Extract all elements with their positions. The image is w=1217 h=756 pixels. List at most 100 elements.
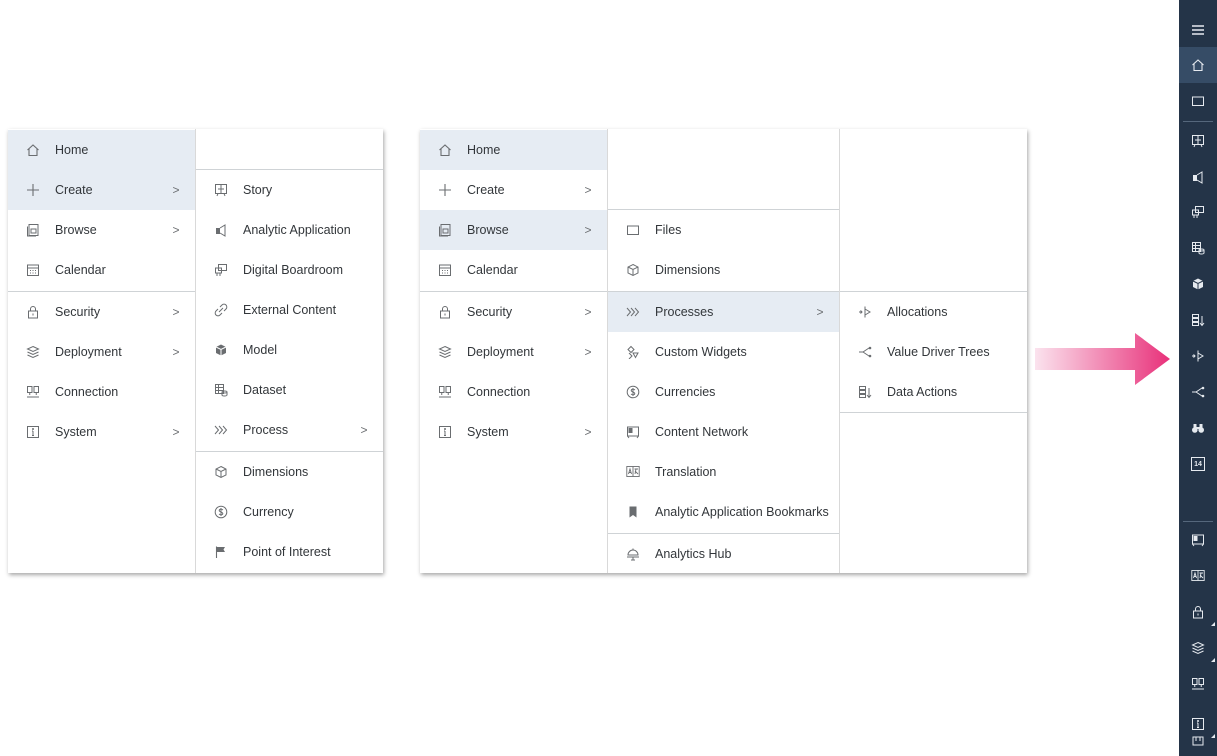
rail-story-icon[interactable] [1179, 123, 1217, 159]
right-menu-panel: Home Create > Browse > Calendar Security… [420, 129, 1027, 573]
browse-item-dimensions[interactable]: Dimensions [608, 250, 839, 290]
rail-content-network-icon[interactable] [1179, 522, 1217, 558]
expand-corner-icon [1211, 658, 1215, 662]
currency-icon [213, 504, 229, 520]
left-menu-item-deployment[interactable]: Deployment > [8, 332, 195, 372]
home-icon [25, 142, 41, 158]
right-menu-item-deployment[interactable]: Deployment > [420, 332, 607, 372]
left-menu-item-connection[interactable]: Connection [8, 372, 195, 412]
create-item-process[interactable]: Process > [196, 410, 383, 450]
create-item-point-of-interest[interactable]: Point of Interest [196, 532, 383, 572]
processes-item-value-driver-trees[interactable]: Value Driver Trees [840, 332, 1027, 372]
browse-item-processes[interactable]: Processes > [608, 292, 839, 332]
left-menu-item-calendar[interactable]: Calendar [8, 250, 195, 290]
rail-value-driver-tree-icon[interactable] [1179, 374, 1217, 410]
right-menu-item-security[interactable]: Security > [420, 292, 607, 332]
analytic-application-icon [213, 222, 229, 238]
folder-icon [625, 222, 641, 238]
content-network-icon [625, 424, 641, 440]
chevron-right-icon: > [584, 345, 592, 359]
left-menu-item-home[interactable]: Home [8, 130, 195, 170]
deployment-icon [437, 344, 453, 360]
left-menu-item-security[interactable]: Security > [8, 292, 195, 332]
right-menu-item-home[interactable]: Home [420, 130, 607, 170]
left-menu-item-browse[interactable]: Browse > [8, 210, 195, 250]
rail-folder-icon[interactable] [1179, 83, 1217, 119]
chevron-right-icon: > [584, 183, 592, 197]
browse-icon [437, 222, 453, 238]
process-chevrons-icon [213, 422, 229, 438]
create-item-dataset[interactable]: Dataset [196, 370, 383, 410]
hamburger-menu-icon[interactable] [1179, 12, 1217, 48]
left-menu-item-system[interactable]: System > [8, 412, 195, 452]
create-item-story[interactable]: Story [196, 170, 383, 210]
browse-item-analytic-application-bookmarks[interactable]: Analytic Application Bookmarks [608, 492, 839, 532]
currency-icon [625, 384, 641, 400]
chevron-right-icon: > [360, 423, 368, 437]
rail-home-icon[interactable] [1179, 47, 1217, 83]
expand-corner-icon [1211, 622, 1215, 626]
plus-icon [25, 182, 41, 198]
chevron-right-icon: > [172, 305, 180, 319]
side-navigation-rail: 14 [1179, 0, 1217, 756]
bookmark-icon [625, 504, 641, 520]
rail-separator [1183, 121, 1213, 122]
create-item-model[interactable]: Model [196, 330, 383, 370]
connection-icon [25, 384, 41, 400]
browse-item-files[interactable]: Files [608, 210, 839, 250]
rail-deployment-icon[interactable] [1179, 630, 1217, 666]
processes-item-data-actions[interactable]: Data Actions [840, 372, 1027, 412]
browse-item-translation[interactable]: Translation [608, 452, 839, 492]
rail-lock-icon[interactable] [1179, 594, 1217, 630]
plus-icon [437, 182, 453, 198]
connection-icon [437, 384, 453, 400]
transition-arrow [1035, 333, 1170, 385]
process-chevrons-icon [625, 304, 641, 320]
chevron-right-icon: > [172, 183, 180, 197]
create-item-external-content[interactable]: External Content [196, 290, 383, 330]
browse-item-currencies[interactable]: Currencies [608, 372, 839, 412]
rail-allocations-icon[interactable] [1179, 338, 1217, 374]
right-menu-item-system[interactable]: System > [420, 412, 607, 452]
model-cube-icon [213, 342, 229, 358]
home-icon [437, 142, 453, 158]
processes-item-allocations[interactable]: Allocations [840, 292, 1027, 332]
rail-data-actions-icon[interactable] [1179, 302, 1217, 338]
browse-item-custom-widgets[interactable]: Custom Widgets [608, 332, 839, 372]
browse-item-content-network[interactable]: Content Network [608, 412, 839, 452]
rail-analytic-application-icon[interactable] [1179, 159, 1217, 195]
rail-boardroom-icon[interactable] [1179, 194, 1217, 230]
right-menu-item-connection[interactable]: Connection [420, 372, 607, 412]
right-processes-submenu: Allocations Value Driver Trees Data Acti… [840, 292, 1027, 573]
dataset-icon [213, 382, 229, 398]
calendar-icon [437, 262, 453, 278]
create-item-dimensions[interactable]: Dimensions [196, 452, 383, 492]
info-icon [25, 424, 41, 440]
rail-translation-icon[interactable] [1179, 558, 1217, 594]
rail-calendar-14-icon[interactable]: 14 [1179, 446, 1217, 482]
analytics-hub-icon [625, 546, 641, 562]
browse-item-analytics-hub[interactable]: Analytics Hub [608, 534, 839, 574]
rail-dataset-icon[interactable] [1179, 230, 1217, 266]
info-icon [437, 424, 453, 440]
lock-icon [437, 304, 453, 320]
left-menu-item-create[interactable]: Create > [8, 170, 195, 210]
create-item-digital-boardroom[interactable]: Digital Boardroom [196, 250, 383, 290]
right-menu-item-create[interactable]: Create > [420, 170, 607, 210]
right-menu-item-calendar[interactable]: Calendar [420, 250, 607, 290]
browse-icon [25, 222, 41, 238]
chevron-right-icon: > [816, 305, 824, 319]
lock-icon [25, 304, 41, 320]
create-item-analytic-application[interactable]: Analytic Application [196, 210, 383, 250]
chevron-right-icon: > [172, 345, 180, 359]
rail-connection-icon[interactable] [1179, 666, 1217, 702]
deployment-icon [25, 344, 41, 360]
chevron-right-icon: > [584, 425, 592, 439]
create-item-currency[interactable]: Currency [196, 492, 383, 532]
rail-more-icon[interactable] [1179, 736, 1217, 756]
right-menu-item-browse[interactable]: Browse > [420, 210, 607, 250]
binoculars-icon[interactable] [1179, 410, 1217, 446]
dimensions-icon [213, 464, 229, 480]
chevron-right-icon: > [584, 305, 592, 319]
rail-model-cube-icon[interactable] [1179, 266, 1217, 302]
